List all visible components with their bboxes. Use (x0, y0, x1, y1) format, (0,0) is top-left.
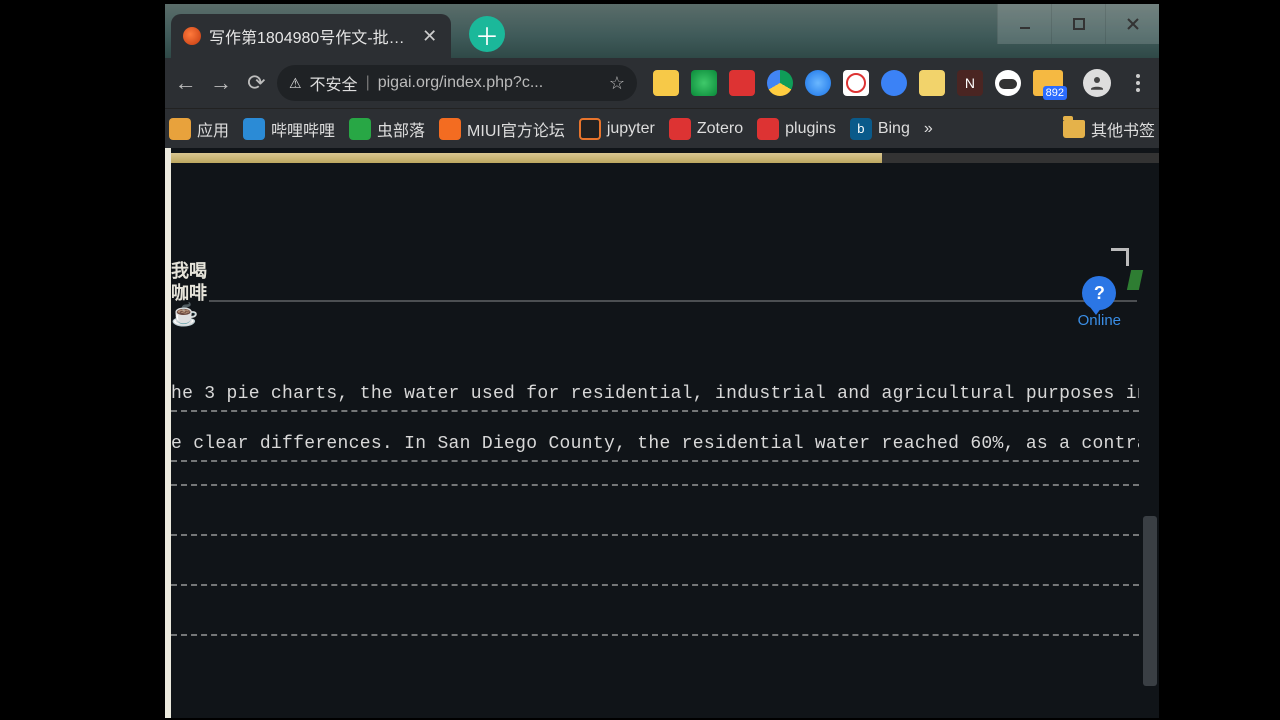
extensions-row: N 892 (653, 68, 1153, 98)
extension-icon[interactable]: N (957, 70, 983, 96)
green-marker-icon (1127, 270, 1143, 290)
bookmark-other-folder[interactable]: 其他书签 (1063, 117, 1155, 141)
minimize-button[interactable] (997, 4, 1051, 44)
extension-icon[interactable] (653, 70, 679, 96)
folder-icon (1063, 120, 1085, 138)
insecure-label: 不安全 (310, 71, 358, 95)
plugins-icon (757, 118, 779, 140)
user-badge: 我喝 咖啡 ☕ (171, 260, 207, 326)
window-controls (997, 4, 1159, 44)
extension-badge-icon[interactable]: 892 (1033, 70, 1063, 96)
essay-line (171, 634, 1139, 636)
zotero-icon (669, 118, 691, 140)
back-button[interactable]: ← (171, 66, 200, 100)
site-icon (349, 118, 371, 140)
address-bar[interactable]: ⚠ 不安全 | pigai.org/index.php?c... ☆ (277, 65, 637, 101)
maximize-button[interactable] (1051, 4, 1105, 44)
jupyter-icon (579, 118, 601, 140)
bookmarks-bar: 应用 哔哩哔哩 虫部落 MIUI官方论坛 jupyter Zotero plug… (165, 108, 1159, 148)
bookmark-plugins[interactable]: plugins (757, 118, 836, 140)
forward-button[interactable]: → (206, 66, 235, 100)
help-bubble-icon: ? (1082, 276, 1116, 310)
reload-button[interactable]: ⟳ (242, 66, 271, 100)
bookmark-label: Zotero (697, 120, 743, 138)
bookmark-overflow[interactable]: » (924, 120, 933, 138)
bookmark-jupyter[interactable]: jupyter (579, 118, 655, 140)
bookmark-apps[interactable]: 应用 (169, 117, 229, 141)
online-help-badge[interactable]: ? Online (1078, 276, 1121, 329)
toolbar: ← → ⟳ ⚠ 不安全 | pigai.org/index.php?c... ☆… (165, 58, 1159, 108)
bilibili-icon (243, 118, 265, 140)
bookmark-label: 哔哩哔哩 (271, 117, 335, 141)
bookmark-label: plugins (785, 120, 836, 138)
bookmark-label: 其他书签 (1091, 117, 1155, 141)
browser-menu-button[interactable] (1123, 68, 1153, 98)
extension-icon[interactable] (881, 70, 907, 96)
essay-line: he 3 pie charts, the water used for resi… (171, 384, 1139, 412)
essay-text-area[interactable]: he 3 pie charts, the water used for resi… (171, 384, 1139, 658)
progress-fill (171, 153, 882, 163)
user-badge-line: 我喝 (171, 260, 207, 282)
close-tab-icon[interactable]: ✕ (420, 26, 439, 46)
essay-line: e clear differences. In San Diego County… (171, 434, 1139, 462)
bookmark-zotero[interactable]: Zotero (669, 118, 743, 140)
active-tab[interactable]: 写作第1804980号作文-批改网 ✕ (171, 14, 451, 58)
bookmark-label: jupyter (607, 120, 655, 138)
extension-icon[interactable] (919, 70, 945, 96)
coffee-cup-icon: ☕ (171, 304, 207, 326)
bing-icon: b (850, 118, 872, 140)
bookmark-label: 虫部落 (377, 117, 425, 141)
apps-icon (169, 118, 191, 140)
extension-icon[interactable] (767, 70, 793, 96)
address-separator: | (366, 74, 370, 92)
essay-line (171, 484, 1139, 486)
bookmark-label: MIUI官方论坛 (467, 117, 565, 141)
new-tab-button[interactable]: ＋ (469, 16, 505, 52)
extension-badge-count: 892 (1043, 86, 1067, 100)
scrollbar-thumb[interactable] (1143, 516, 1157, 686)
corner-mark-icon (1111, 248, 1129, 266)
bookmark-star-icon[interactable]: ☆ (609, 73, 625, 94)
bookmark-bing[interactable]: b Bing (850, 118, 910, 140)
user-badge-line: 咖啡 (171, 282, 207, 304)
url-text: pigai.org/index.php?c... (378, 74, 601, 92)
extension-icon[interactable] (843, 70, 869, 96)
extension-icon[interactable] (805, 70, 831, 96)
extension-icon[interactable] (691, 70, 717, 96)
essay-line (171, 584, 1139, 586)
browser-window: 写作第1804980号作文-批改网 ✕ ＋ ← → ⟳ ⚠ 不安全 | piga… (165, 4, 1159, 718)
extension-icon[interactable] (995, 70, 1021, 96)
tab-title: 写作第1804980号作文-批改网 (209, 24, 406, 48)
close-window-button[interactable] (1105, 4, 1159, 44)
extension-icon[interactable] (729, 70, 755, 96)
progress-track (171, 153, 1159, 163)
titlebar: 写作第1804980号作文-批改网 ✕ ＋ (165, 4, 1159, 58)
bookmark-label: Bing (878, 120, 910, 138)
bookmark-label: 应用 (197, 117, 229, 141)
page-content: 我喝 咖啡 ☕ ? Online he 3 pie charts, the wa… (165, 148, 1159, 718)
overflow-icon: » (924, 120, 933, 138)
tab-favicon (183, 27, 201, 45)
miui-icon (439, 118, 461, 140)
section-divider (209, 300, 1137, 302)
insecure-icon: ⚠ (289, 75, 302, 92)
bookmark-miui[interactable]: MIUI官方论坛 (439, 117, 565, 141)
essay-line (171, 534, 1139, 536)
profile-avatar[interactable] (1083, 69, 1111, 97)
bookmark-bilibili[interactable]: 哔哩哔哩 (243, 117, 335, 141)
bookmark-chongbu[interactable]: 虫部落 (349, 117, 425, 141)
